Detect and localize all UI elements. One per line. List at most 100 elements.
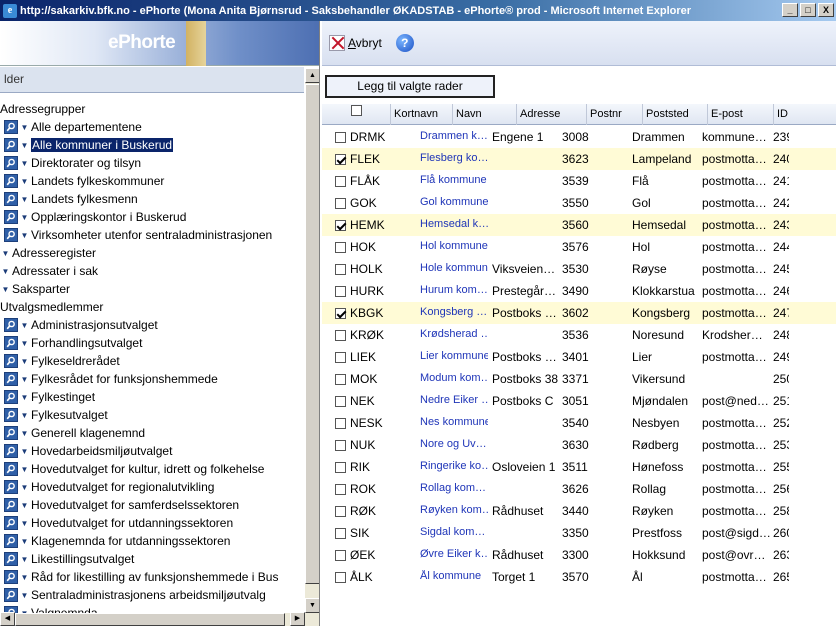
col-poststed[interactable]: Poststed (642, 104, 707, 125)
tree-node[interactable]: ▼ Likestillingsutvalget (0, 550, 305, 568)
tree-node[interactable]: ▼ Administrasjonsutvalget (0, 316, 305, 334)
tree-node[interactable]: ▼ Hovedutvalget for utdanningssektoren (0, 514, 305, 532)
cell-name[interactable]: Gol kommune (420, 196, 488, 208)
chevron-down-icon[interactable]: ▼ (20, 537, 29, 546)
chevron-down-icon[interactable]: ▼ (20, 357, 29, 366)
chevron-down-icon[interactable]: ▼ (20, 339, 29, 348)
cell-name[interactable]: Nedre Eiker … (420, 394, 488, 406)
chevron-down-icon[interactable]: ▼ (20, 177, 29, 186)
cell-name[interactable]: Nes kommune (420, 416, 488, 428)
tree-node[interactable]: ▼ Alle departementene (0, 118, 305, 136)
search-icon[interactable] (4, 570, 18, 584)
select-all-header[interactable] (330, 104, 390, 125)
tree-node[interactable]: ▼ Virksomheter utenfor sentraladministras… (0, 226, 305, 244)
table-row[interactable]: NESK Nes kommune 3540 Nesbyen postmotta… 252 (322, 412, 836, 434)
chevron-down-icon[interactable]: ▼ (1, 249, 10, 258)
row-checkbox[interactable] (335, 308, 346, 319)
row-checkbox[interactable] (335, 506, 346, 517)
row-checkbox[interactable] (335, 264, 346, 275)
tree-horizontal-scrollbar[interactable]: ◀ ▶ (0, 612, 319, 626)
select-all-checkbox[interactable] (351, 105, 362, 116)
table-row[interactable]: HURK Hurum kom… Prestegår… 3490 Klokkarstua p… (322, 280, 836, 302)
search-icon[interactable] (4, 408, 18, 422)
hscroll-thumb[interactable] (15, 613, 285, 626)
row-checkbox[interactable] (335, 550, 346, 561)
cell-name[interactable]: Nore og Uv… (420, 438, 488, 450)
tree-node[interactable]: ▼ Fylkesutvalget (0, 406, 305, 424)
scroll-thumb[interactable] (305, 84, 319, 584)
scroll-down-icon[interactable]: ▼ (305, 598, 319, 613)
col-navn[interactable]: Navn (452, 104, 516, 125)
tree-node[interactable]: ▼ Generell klagenemnd (0, 424, 305, 442)
search-icon[interactable] (4, 498, 18, 512)
chevron-down-icon[interactable]: ▼ (20, 141, 29, 150)
scroll-right-icon[interactable]: ▶ (290, 612, 305, 626)
chevron-down-icon[interactable]: ▼ (20, 573, 29, 582)
table-row[interactable]: NEK Nedre Eiker … Postboks C 3051 Mjøndalen p… (322, 390, 836, 412)
cancel-x-icon[interactable] (329, 35, 345, 51)
table-row[interactable]: RØK Røyken kom… Rådhuset 3440 Røyken postmott… (322, 500, 836, 522)
row-checkbox[interactable] (335, 374, 346, 385)
row-checkbox[interactable] (335, 198, 346, 209)
row-checkbox[interactable] (335, 220, 346, 231)
row-checkbox[interactable] (335, 484, 346, 495)
tree-node[interactable]: ▼ Klagenemnda for utdanningssektoren (0, 532, 305, 550)
table-row[interactable]: ROK Rollag kom… 3626 Rollag postmotta… 256 (322, 478, 836, 500)
tree-node[interactable]: ▼ Saksparter (0, 280, 305, 298)
chevron-down-icon[interactable]: ▼ (1, 267, 10, 276)
chevron-down-icon[interactable]: ▼ (1, 285, 10, 294)
tree-vertical-scrollbar[interactable]: ▲ ▼ (305, 68, 319, 613)
search-icon[interactable] (4, 516, 18, 530)
table-row[interactable]: LIEK Lier kommune Postboks … 3401 Lier postmo… (322, 346, 836, 368)
tree-node[interactable]: ▼ Hovedutvalget for regionalutvikling (0, 478, 305, 496)
chevron-down-icon[interactable]: ▼ (20, 465, 29, 474)
tree-node[interactable]: ▼ Forhandlingsutvalget (0, 334, 305, 352)
minimize-button[interactable]: _ (782, 3, 798, 17)
row-checkbox[interactable] (335, 528, 346, 539)
cell-name[interactable]: Ringerike ko… (420, 460, 488, 472)
col-id[interactable]: ID (773, 104, 836, 125)
chevron-down-icon[interactable]: ▼ (20, 501, 29, 510)
chevron-down-icon[interactable]: ▼ (20, 231, 29, 240)
cell-name[interactable]: Hurum kom… (420, 284, 488, 296)
chevron-down-icon[interactable]: ▼ (20, 447, 29, 456)
cell-name[interactable]: Drammen k… (420, 130, 488, 142)
row-checkbox[interactable] (335, 440, 346, 451)
row-checkbox[interactable] (335, 330, 346, 341)
search-icon[interactable] (4, 480, 18, 494)
table-row[interactable]: GOK Gol kommune 3550 Gol postmotta… 242 (322, 192, 836, 214)
tree-node[interactable]: ▼ Adresseregister (0, 244, 305, 262)
chevron-down-icon[interactable]: ▼ (20, 555, 29, 564)
col-epost[interactable]: E-post (707, 104, 773, 125)
cell-name[interactable]: Lier kommune (420, 350, 488, 362)
search-icon[interactable] (4, 372, 18, 386)
col-adresse[interactable]: Adresse (516, 104, 586, 125)
chevron-down-icon[interactable]: ▼ (20, 393, 29, 402)
chevron-down-icon[interactable]: ▼ (20, 591, 29, 600)
table-row[interactable]: MOK Modum kom… Postboks 383371 Vikersund 250 (322, 368, 836, 390)
tree-node[interactable]: Adressegrupper (0, 100, 305, 118)
tree-node[interactable]: ▼ Fylkestinget (0, 388, 305, 406)
search-icon[interactable] (4, 426, 18, 440)
search-icon[interactable] (4, 588, 18, 602)
row-checkbox[interactable] (335, 176, 346, 187)
scroll-up-icon[interactable]: ▲ (305, 68, 319, 83)
close-button[interactable]: X (818, 3, 834, 17)
help-icon[interactable]: ? (395, 34, 414, 52)
chevron-down-icon[interactable]: ▼ (20, 159, 29, 168)
cell-name[interactable]: Hol kommune (420, 240, 488, 252)
tree-node[interactable]: ▼ Opplæringskontor i Buskerud (0, 208, 305, 226)
chevron-down-icon[interactable]: ▼ (20, 483, 29, 492)
cell-name[interactable]: Sigdal kom… (420, 526, 488, 538)
tree-node[interactable]: ▼ Sentraladministrasjonens arbeidsmiljøut… (0, 586, 305, 604)
search-icon[interactable] (4, 336, 18, 350)
tree-node[interactable]: ▼ Adressater i sak (0, 262, 305, 280)
table-row[interactable]: HOLK Hole kommune Viksveien… 3530 Røyse postm… (322, 258, 836, 280)
cell-name[interactable]: Kongsberg … (420, 306, 488, 318)
chevron-down-icon[interactable]: ▼ (20, 519, 29, 528)
row-checkbox[interactable] (335, 352, 346, 363)
row-checkbox[interactable] (335, 462, 346, 473)
row-checkbox[interactable] (335, 286, 346, 297)
tree-node[interactable]: ▼ Landets fylkesmenn (0, 190, 305, 208)
search-icon[interactable] (4, 444, 18, 458)
